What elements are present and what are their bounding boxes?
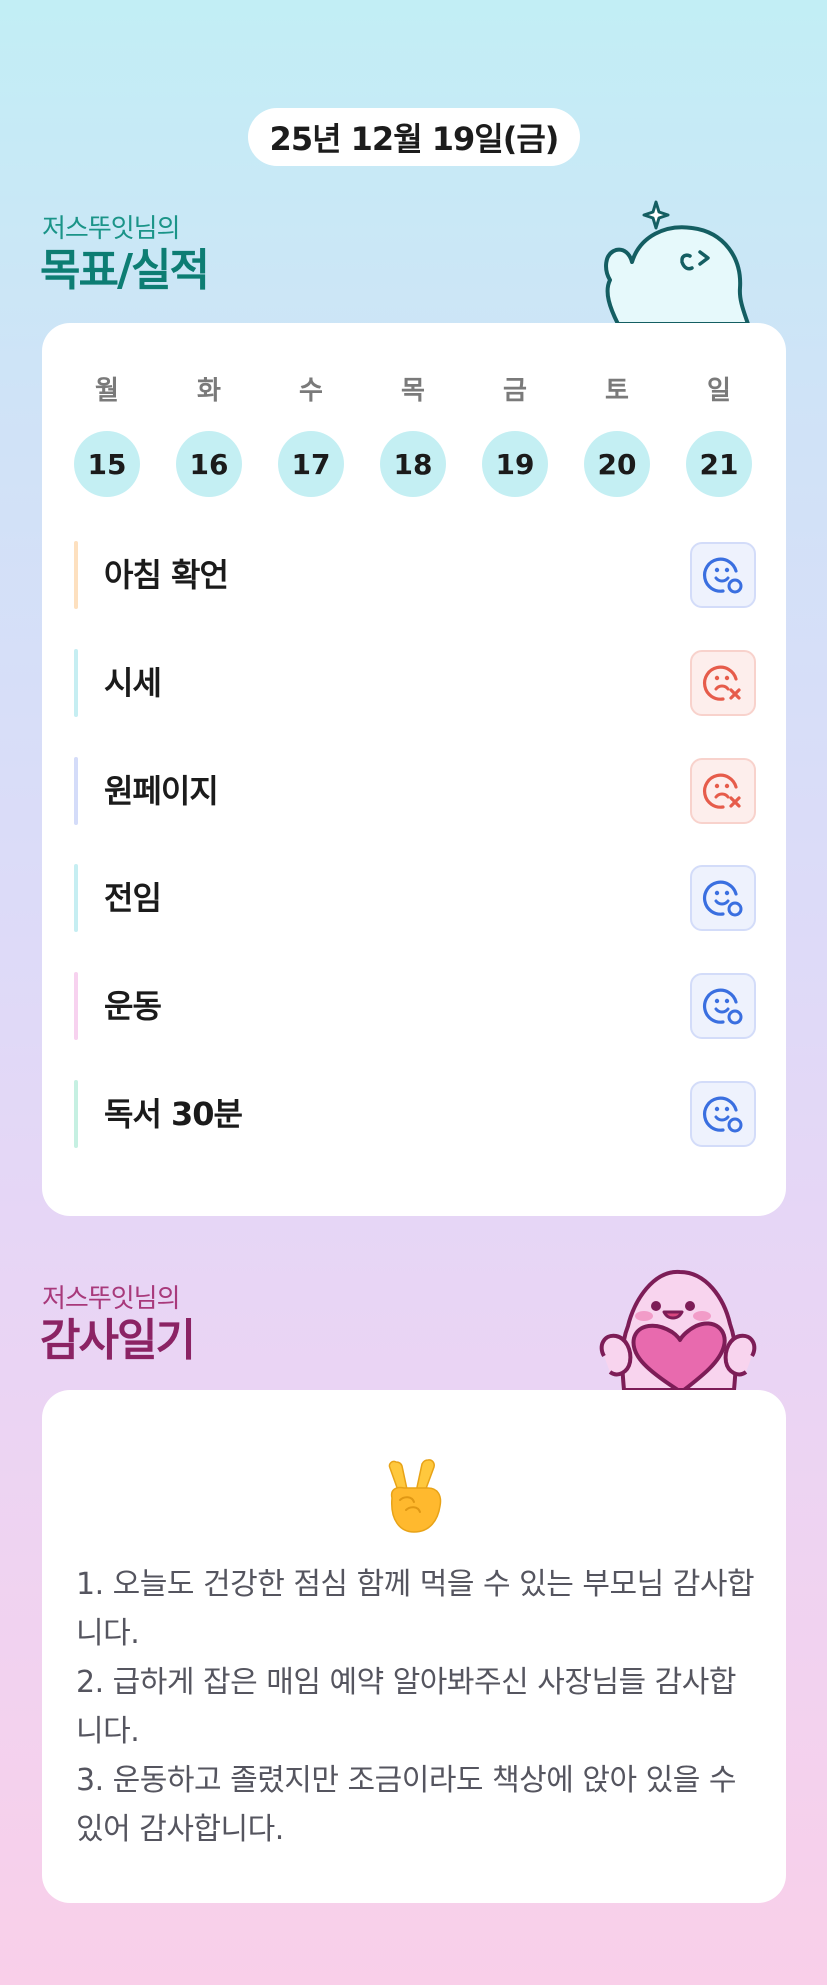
- goals-title: 목표/실적: [40, 245, 210, 296]
- day-sat[interactable]: 토 20: [584, 371, 650, 497]
- day-number: 19: [482, 431, 548, 497]
- day-number: 17: [278, 431, 344, 497]
- sad-x-icon: [703, 665, 741, 701]
- week-calendar: 월 15 화 16 수 17 목 18 금 19 토 20 일 21: [74, 371, 756, 497]
- day-number: 15: [74, 431, 140, 497]
- smile-check-icon: [703, 1096, 743, 1133]
- goal-status-button[interactable]: [690, 758, 756, 824]
- goal-row[interactable]: 전임: [74, 864, 756, 932]
- goal-color-bar: [74, 864, 78, 932]
- day-name: 일: [707, 376, 731, 406]
- thanks-card: 1. 오늘도 건강한 점심 함께 먹을 수 있는 부모님 감사합니다. 2. 급…: [42, 1390, 786, 1903]
- day-sun[interactable]: 일 21: [686, 371, 752, 497]
- day-number: 16: [176, 431, 242, 497]
- goal-label: 전임: [104, 879, 162, 917]
- waving-mascot-icon: [604, 200, 750, 324]
- day-name: 화: [197, 376, 221, 406]
- smile-check-icon: [703, 880, 743, 917]
- day-fri[interactable]: 금 19: [482, 371, 548, 497]
- day-name: 금: [503, 376, 527, 406]
- day-name: 토: [605, 376, 629, 406]
- day-name: 수: [299, 376, 323, 406]
- goal-row[interactable]: 운동: [74, 972, 756, 1040]
- goal-label: 아침 확언: [104, 556, 229, 594]
- day-mon[interactable]: 월 15: [74, 371, 140, 497]
- goal-status-button[interactable]: [690, 542, 756, 608]
- goal-label: 독서 30분: [104, 1095, 243, 1133]
- sad-x-icon: [703, 773, 741, 809]
- goal-row[interactable]: 시세: [74, 649, 756, 717]
- goal-label: 운동: [104, 987, 162, 1025]
- goal-row[interactable]: 원페이지: [74, 757, 756, 825]
- goal-status-button[interactable]: [690, 1081, 756, 1147]
- goal-color-bar: [74, 972, 78, 1040]
- thanks-title: 감사일기: [40, 1315, 196, 1366]
- goal-row[interactable]: 독서 30분: [74, 1080, 756, 1148]
- day-tue[interactable]: 화 16: [176, 371, 242, 497]
- goal-status-button[interactable]: [690, 973, 756, 1039]
- goal-color-bar: [74, 757, 78, 825]
- goal-color-bar: [74, 541, 78, 609]
- goal-color-bar: [74, 649, 78, 717]
- day-name: 월: [95, 376, 119, 406]
- smile-check-icon: [703, 988, 743, 1025]
- day-number: 20: [584, 431, 650, 497]
- smile-check-icon: [703, 557, 743, 594]
- goal-label: 시세: [104, 664, 162, 702]
- goal-status-button[interactable]: [690, 865, 756, 931]
- date-pill: 25년 12월 19일(금): [248, 108, 580, 166]
- day-number: 18: [380, 431, 446, 497]
- day-number: 21: [686, 431, 752, 497]
- goal-status-button[interactable]: [690, 650, 756, 716]
- thanks-diary-text: 1. 오늘도 건강한 점심 함께 먹을 수 있는 부모님 감사합니다. 2. 급…: [76, 1567, 755, 1847]
- day-wed[interactable]: 수 17: [278, 371, 344, 497]
- goal-row[interactable]: 아침 확언: [74, 541, 756, 609]
- goal-label: 원페이지: [104, 772, 219, 810]
- goals-card: 월 15 화 16 수 17 목 18 금 19 토 20 일 21 아침 확언: [42, 323, 786, 1216]
- peace-hand-icon: [388, 1459, 442, 1533]
- goal-color-bar: [74, 1080, 78, 1148]
- day-name: 목: [401, 376, 425, 406]
- day-thu[interactable]: 목 18: [380, 371, 446, 497]
- heart-mascot-icon: [599, 1269, 757, 1390]
